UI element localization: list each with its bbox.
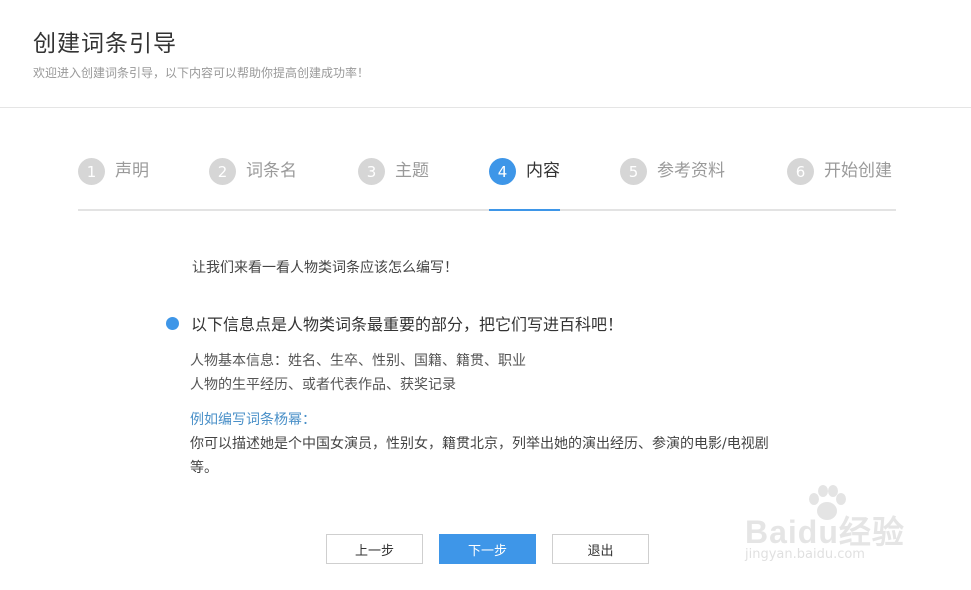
prev-step-button[interactable]: 上一步 xyxy=(326,534,423,564)
step-label: 词条名 xyxy=(246,161,297,181)
page-title: 创建词条引导 xyxy=(33,31,177,57)
step-label: 内容 xyxy=(526,161,560,181)
step-number: 6 xyxy=(787,158,814,185)
step-number: 5 xyxy=(620,158,647,185)
key-point: 以下信息点是人物类词条最重要的部分，把它们写进百科吧！ xyxy=(166,311,623,335)
watermark-logo-text: Baidu经验 xyxy=(745,514,905,550)
key-point-text: 以下信息点是人物类词条最重要的部分，把它们写进百科吧！ xyxy=(191,315,624,334)
step-number: 4 xyxy=(489,158,516,185)
page-header: 创建词条引导 欢迎进入创建词条引导，以下内容可以帮助你提高创建成功率！ xyxy=(0,0,971,108)
step-1[interactable]: 1 声明 xyxy=(78,158,149,209)
step-label: 参考资料 xyxy=(657,161,725,181)
baidu-jingyan-watermark: Baidu经验 jingyan.baidu.com xyxy=(745,485,945,575)
step-label: 开始创建 xyxy=(824,161,892,181)
step-5[interactable]: 5 参考资料 xyxy=(620,158,725,209)
step-4[interactable]: 4 内容 xyxy=(489,158,560,211)
info-line: 人物基本信息：姓名、生卒、性别、国籍、籍贯、职业 xyxy=(190,353,526,369)
next-step-button[interactable]: 下一步 xyxy=(439,534,536,564)
page-subtitle: 欢迎进入创建词条引导，以下内容可以帮助你提高创建成功率！ xyxy=(33,66,370,80)
step-number: 1 xyxy=(78,158,105,185)
info-list: 人物基本信息：姓名、生卒、性别、国籍、籍贯、职业 人物的生平经历、或者代表作品、… xyxy=(190,349,526,397)
bullet-dot-icon xyxy=(166,316,179,330)
step-6[interactable]: 6 开始创建 xyxy=(787,158,892,209)
watermark-url: jingyan.baidu.com xyxy=(745,547,865,562)
step-2[interactable]: 2 词条名 xyxy=(209,158,297,209)
step-number: 2 xyxy=(209,158,236,185)
paw-logo-icon xyxy=(809,485,846,520)
example-label: 例如编写词条杨幂： xyxy=(190,412,316,428)
info-line: 人物的生平经历、或者代表作品、获奖记录 xyxy=(190,377,456,393)
step-progress-bar: 1 声明 2 词条名 3 主题 4 内容 5 参考资料 6 开始创建 xyxy=(78,150,896,211)
step-3[interactable]: 3 主题 xyxy=(358,158,429,209)
step-label: 声明 xyxy=(115,161,149,181)
exit-button[interactable]: 退出 xyxy=(552,534,649,564)
step-number: 3 xyxy=(358,158,385,185)
intro-text: 让我们来看一看人物类词条应该怎么编写！ xyxy=(192,260,458,276)
example-body: 你可以描述她是个中国女演员，性别女，籍贯北京，列举出她的演出经历、参演的电影/电… xyxy=(190,436,769,476)
step-label: 主题 xyxy=(395,161,429,181)
